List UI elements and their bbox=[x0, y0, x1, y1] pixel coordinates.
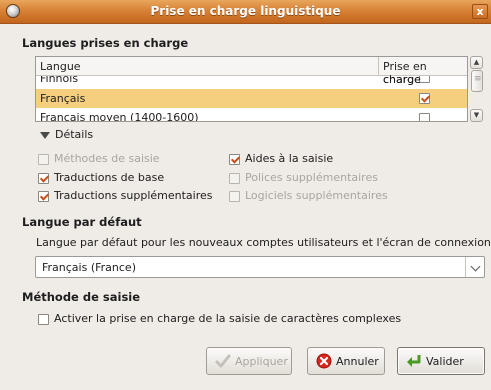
cancel-label: Annuler bbox=[336, 355, 379, 368]
language-row-francais[interactable]: Français bbox=[36, 89, 467, 108]
input-method-heading: Méthode de saisie bbox=[22, 290, 141, 304]
window-title: Prise en charge linguistique bbox=[150, 4, 341, 18]
language-support-checkbox[interactable] bbox=[419, 93, 430, 104]
option-label: Polices supplémentaires bbox=[245, 171, 378, 184]
checkbox-basic-translations[interactable] bbox=[38, 173, 49, 184]
ok-label: Valider bbox=[426, 355, 464, 368]
default-language-description: Langue par défaut pour les nouveaux comp… bbox=[36, 236, 491, 249]
language-row-francais-moyen[interactable]: Français moyen (1400-1600) bbox=[36, 108, 467, 122]
checkbox-extra-translations[interactable] bbox=[38, 191, 49, 202]
option-label: Activer la prise en charge de la saisie … bbox=[54, 312, 402, 325]
checkbox-input-aids[interactable] bbox=[229, 154, 240, 165]
return-arrow-icon bbox=[407, 355, 421, 367]
cancel-button[interactable]: Annuler bbox=[307, 347, 385, 375]
close-button[interactable]: x bbox=[472, 4, 488, 19]
list-header-overlay: Langue Prise en charge bbox=[36, 57, 467, 86]
option-label: Méthodes de saisie bbox=[54, 152, 160, 165]
option-label: Traductions supplémentaires bbox=[54, 189, 213, 202]
ok-button[interactable]: Valider bbox=[397, 347, 485, 375]
column-header-support-label: Prise en charge bbox=[383, 60, 427, 86]
column-divider-overlay bbox=[378, 57, 379, 75]
language-name: Français bbox=[40, 92, 86, 105]
scroll-thumb[interactable] bbox=[471, 70, 483, 92]
scroll-up-icon[interactable]: ▲ bbox=[470, 56, 483, 69]
apply-button[interactable]: Appliquer bbox=[206, 347, 292, 375]
details-expander[interactable]: Détails bbox=[40, 128, 93, 141]
default-language-select[interactable]: Français (France) bbox=[35, 256, 485, 278]
checkbox-extra-software[interactable] bbox=[229, 191, 240, 202]
apply-label: Appliquer bbox=[235, 355, 288, 368]
language-name: Français moyen (1400-1600) bbox=[40, 111, 199, 122]
default-language-value: Français (France) bbox=[42, 261, 136, 274]
column-header-language-label: Langue bbox=[40, 60, 81, 73]
scroll-down-icon[interactable]: ▼ bbox=[470, 109, 483, 122]
option-label: Traductions de base bbox=[54, 171, 165, 184]
dropdown-button[interactable] bbox=[465, 257, 484, 277]
apply-check-icon bbox=[215, 354, 231, 368]
expander-triangle-icon bbox=[40, 132, 50, 139]
language-list-scrollbar[interactable]: ▲ ▼ bbox=[470, 56, 484, 122]
language-support-checkbox[interactable] bbox=[419, 113, 430, 121]
checkbox-input-methods[interactable] bbox=[38, 154, 49, 165]
checkbox-extra-fonts[interactable] bbox=[229, 173, 240, 184]
cancel-x-icon bbox=[316, 353, 332, 369]
supported-languages-heading: Langues prises en charge bbox=[22, 36, 189, 50]
checkbox-complex-input[interactable] bbox=[38, 314, 49, 325]
title-bar[interactable]: Prise en charge linguistique x bbox=[0, 0, 491, 24]
default-language-heading: Langue par défaut bbox=[22, 215, 142, 229]
details-label: Détails bbox=[55, 128, 94, 141]
language-list[interactable]: Langue Prise en charge Finnois Langue Pr… bbox=[35, 56, 468, 122]
chevron-down-icon bbox=[470, 261, 481, 272]
option-label: Logiciels supplémentaires bbox=[245, 189, 388, 202]
option-label: Aides à la saisie bbox=[245, 152, 334, 165]
